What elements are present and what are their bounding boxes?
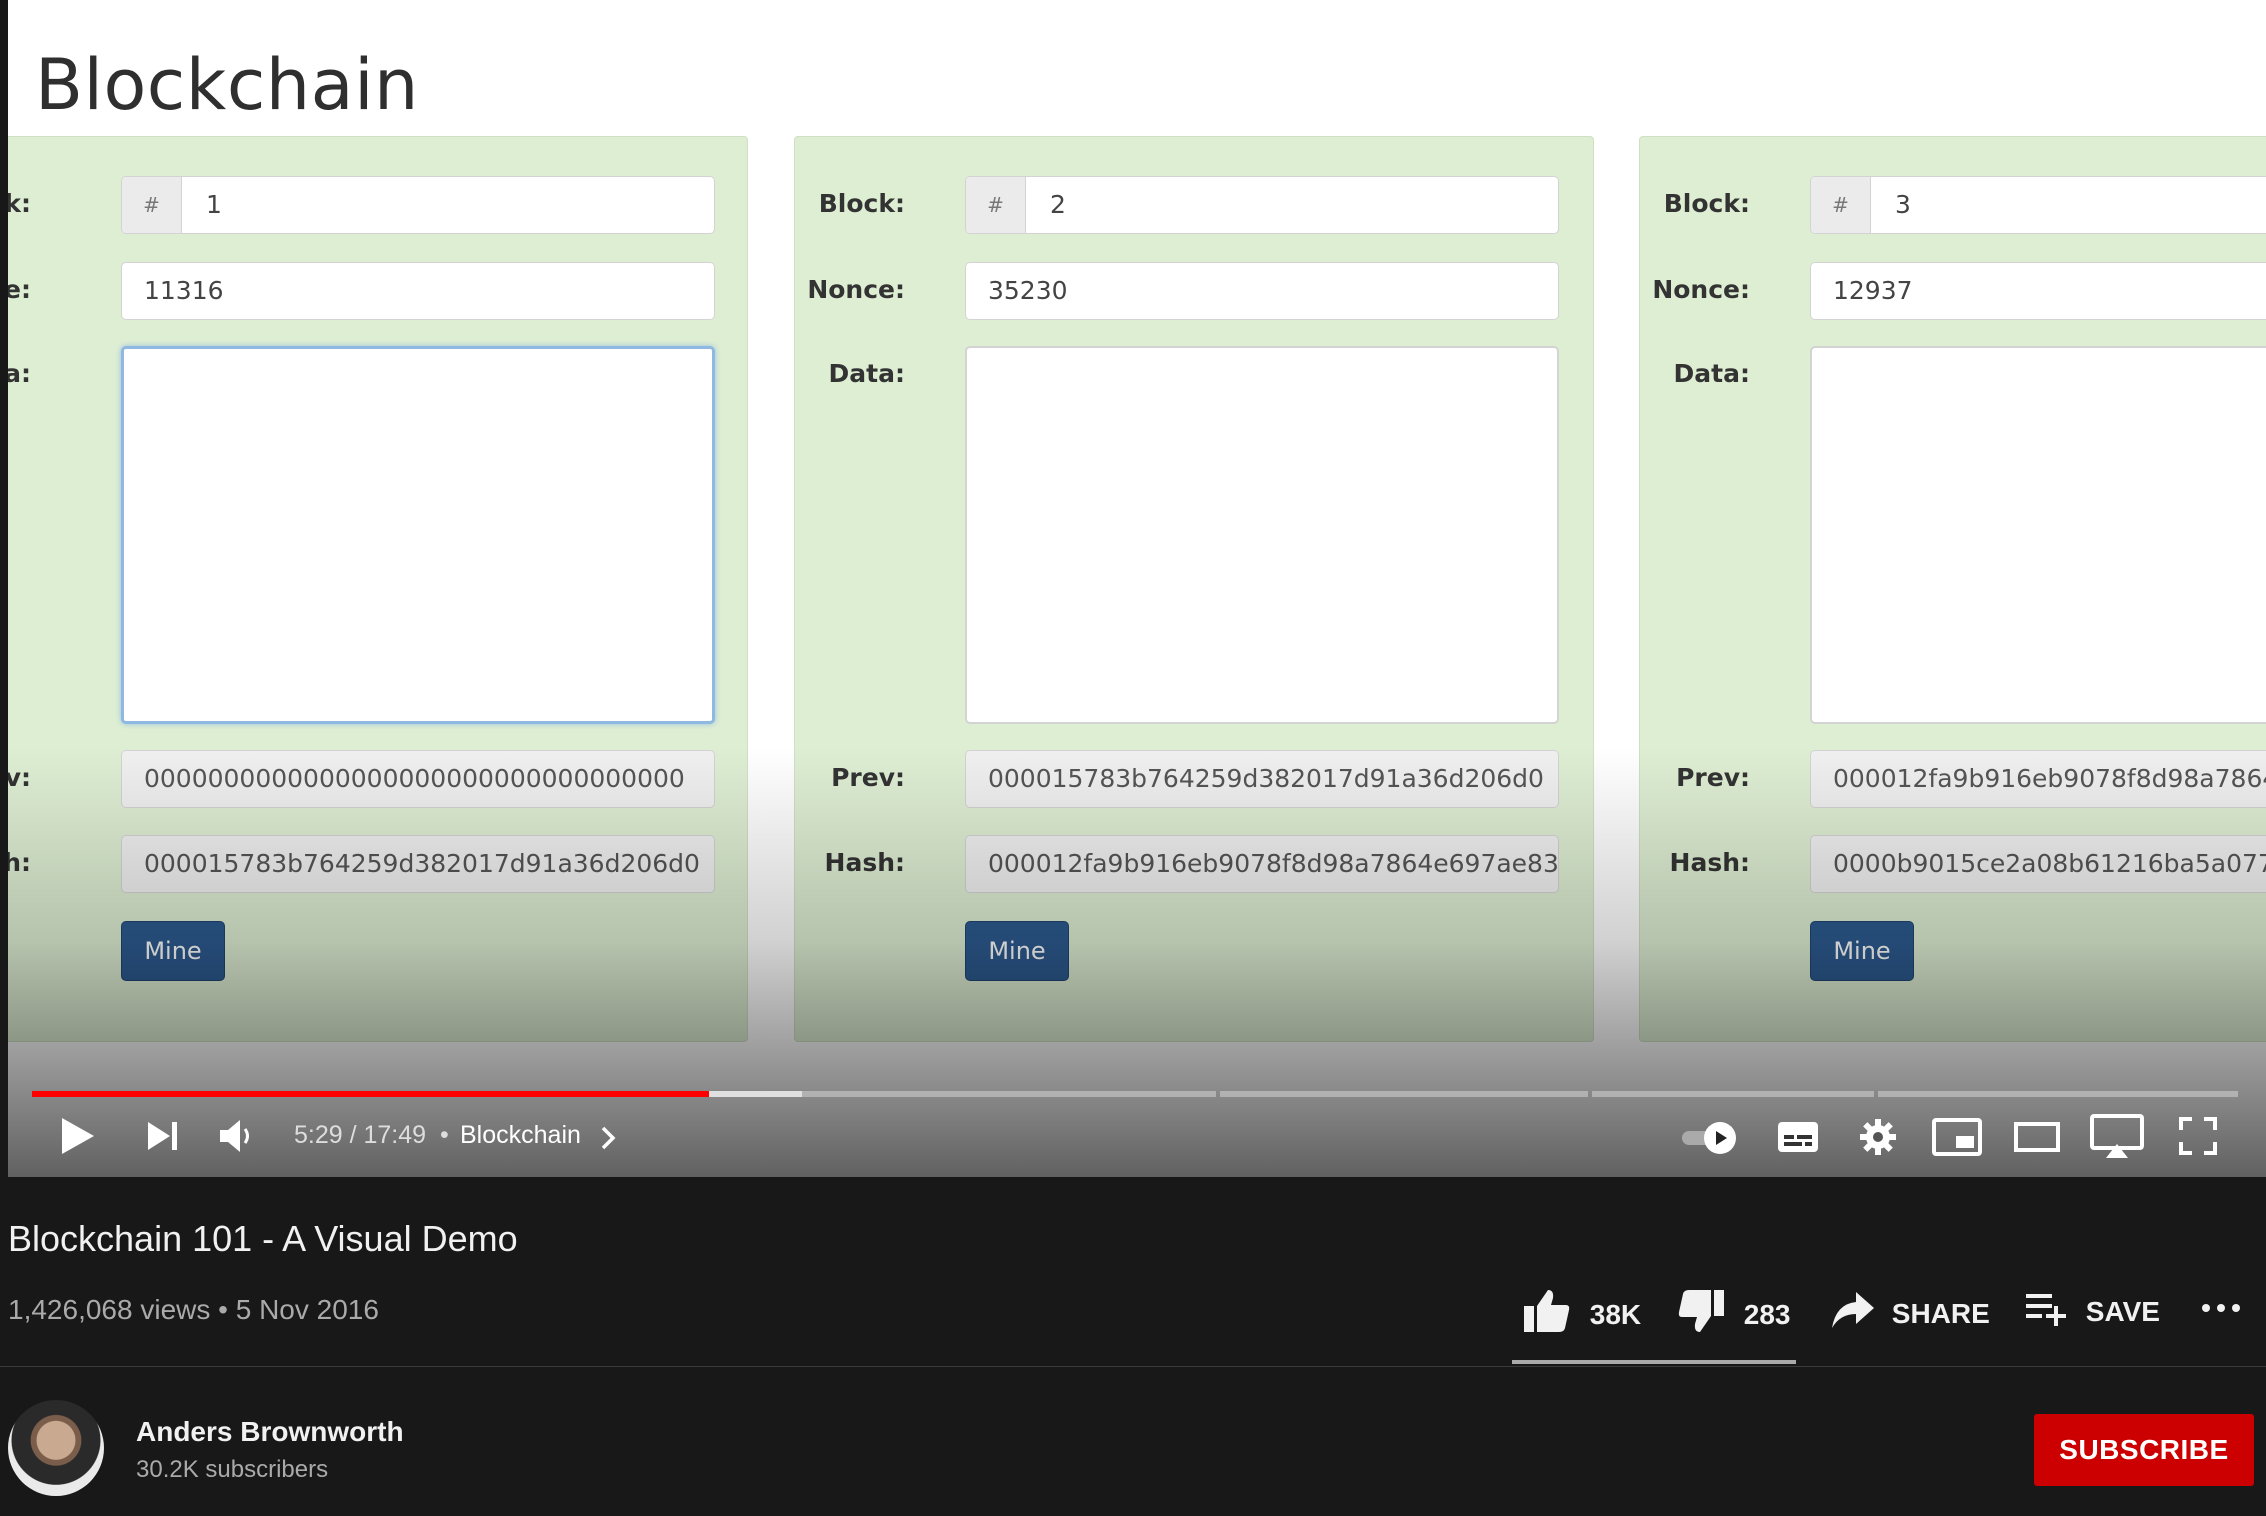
avatar[interactable]	[8, 1400, 104, 1496]
thumbs-down-icon	[1676, 1288, 1726, 1341]
block-number-field[interactable]: #3	[1810, 176, 2266, 234]
block-label: Block:	[1663, 189, 1750, 218]
hash-field: 000015783b764259d382017d91a36d206d0	[121, 835, 715, 893]
time-display: 5:29 / 17:49	[294, 1121, 427, 1149]
nonce-field[interactable]: 12937	[1810, 262, 2266, 320]
volume-icon[interactable]	[218, 1118, 258, 1154]
prev-hash-field: 0000000000000000000000000000000000	[121, 750, 715, 808]
progress-bar[interactable]	[32, 1091, 2238, 1097]
divider	[0, 1366, 2266, 1367]
nonce-field[interactable]: 11316	[121, 262, 715, 320]
chapter-title[interactable]: Blockchain	[460, 1121, 581, 1150]
page-title: Blockchain	[35, 44, 419, 126]
data-textarea[interactable]	[965, 346, 1559, 724]
hash-label: Hash:	[1669, 848, 1750, 877]
data-label: Data:	[1673, 359, 1750, 388]
autoplay-toggle-icon[interactable]	[1680, 1120, 1740, 1156]
mine-button[interactable]: Mine	[121, 921, 225, 981]
block-label: Block:	[818, 189, 905, 218]
block-number-field[interactable]: #2	[965, 176, 1559, 234]
prev-label: rev:	[8, 763, 31, 792]
hash-addon: #	[1811, 177, 1871, 233]
thumbs-up-icon	[1522, 1288, 1572, 1341]
nonce-label: Nonce:	[807, 275, 905, 304]
more-actions-icon[interactable]	[2200, 1292, 2242, 1329]
share-label: SHARE	[1891, 1297, 1990, 1329]
dislike-button[interactable]: 283	[1676, 1288, 1791, 1341]
mine-button[interactable]: Mine	[965, 921, 1069, 981]
like-ratio-bar	[1512, 1360, 1796, 1364]
prev-hash-field: 000015783b764259d382017d91a36d206d0	[965, 750, 1559, 808]
block-label: ock:	[8, 189, 31, 218]
mine-button[interactable]: Mine	[1810, 921, 1914, 981]
chevron-right-icon[interactable]	[600, 1125, 616, 1156]
block-card-1: ock: #1 once: 11316 ata: rev: 0000000000…	[8, 136, 748, 1042]
nonce-label: Nonce:	[1652, 275, 1750, 304]
block-card-2: Block: #2 Nonce: 35230 Data: Prev: 00001…	[794, 136, 1594, 1042]
played-fill	[32, 1091, 710, 1097]
subtitles-icon[interactable]	[1776, 1120, 1820, 1154]
share-button[interactable]: SHARE	[1830, 1290, 1990, 1337]
data-textarea[interactable]	[121, 346, 715, 724]
play-icon[interactable]	[60, 1116, 96, 1156]
hash-label: ash:	[8, 848, 31, 877]
chapter-segment[interactable]	[1878, 1091, 2238, 1097]
data-label: ata:	[8, 359, 31, 388]
miniplayer-icon[interactable]	[1932, 1118, 1982, 1156]
data-label: Data:	[828, 359, 905, 388]
block-card-3: Block: #3 Nonce: 12937 Data: Prev: 00001…	[1639, 136, 2266, 1042]
theater-icon[interactable]	[2014, 1122, 2060, 1152]
prev-label: Prev:	[831, 763, 905, 792]
save-button[interactable]: SAVE	[2024, 1290, 2160, 1333]
next-icon[interactable]	[146, 1120, 180, 1152]
playlist-add-icon	[2024, 1290, 2068, 1333]
hash-field: 000012fa9b916eb9078f8d98a7864e697ae83	[965, 835, 1559, 893]
prev-hash-field: 000012fa9b916eb9078f8d98a7864	[1810, 750, 2266, 808]
settings-icon[interactable]	[1858, 1117, 1898, 1157]
like-count: 38K	[1589, 1298, 1642, 1330]
hash-field: 0000b9015ce2a08b61216ba5a077	[1810, 835, 2266, 893]
channel-name[interactable]: Anders Brownworth	[136, 1416, 404, 1448]
video-player[interactable]: Blockchain ock: #1 once: 11316 ata: rev:…	[8, 0, 2266, 1177]
prev-label: Prev:	[1676, 763, 1750, 792]
subscribe-button[interactable]: SUBSCRIBE	[2034, 1414, 2254, 1486]
like-button[interactable]: 38K	[1522, 1288, 1641, 1341]
chapter-segment[interactable]	[1592, 1091, 1874, 1097]
cast-icon[interactable]	[2090, 1114, 2144, 1160]
share-icon	[1830, 1290, 1876, 1337]
chapter-segment[interactable]	[1220, 1091, 1588, 1097]
save-label: SAVE	[2085, 1295, 2160, 1327]
block-number-field[interactable]: #1	[121, 176, 715, 234]
data-textarea[interactable]	[1810, 346, 2266, 724]
hash-addon: #	[122, 177, 182, 233]
hash-label: Hash:	[824, 848, 905, 877]
view-count-date: 1,426,068 views • 5 Nov 2016	[8, 1294, 379, 1325]
nonce-field[interactable]: 35230	[965, 262, 1559, 320]
dislike-count: 283	[1743, 1298, 1791, 1330]
subscriber-count: 30.2K subscribers	[136, 1456, 329, 1483]
fullscreen-icon[interactable]	[2178, 1116, 2218, 1156]
video-title: Blockchain 101 - A Visual Demo	[8, 1218, 518, 1259]
time-separator: •	[440, 1121, 449, 1149]
nonce-label: once:	[8, 275, 31, 304]
hash-addon: #	[966, 177, 1026, 233]
